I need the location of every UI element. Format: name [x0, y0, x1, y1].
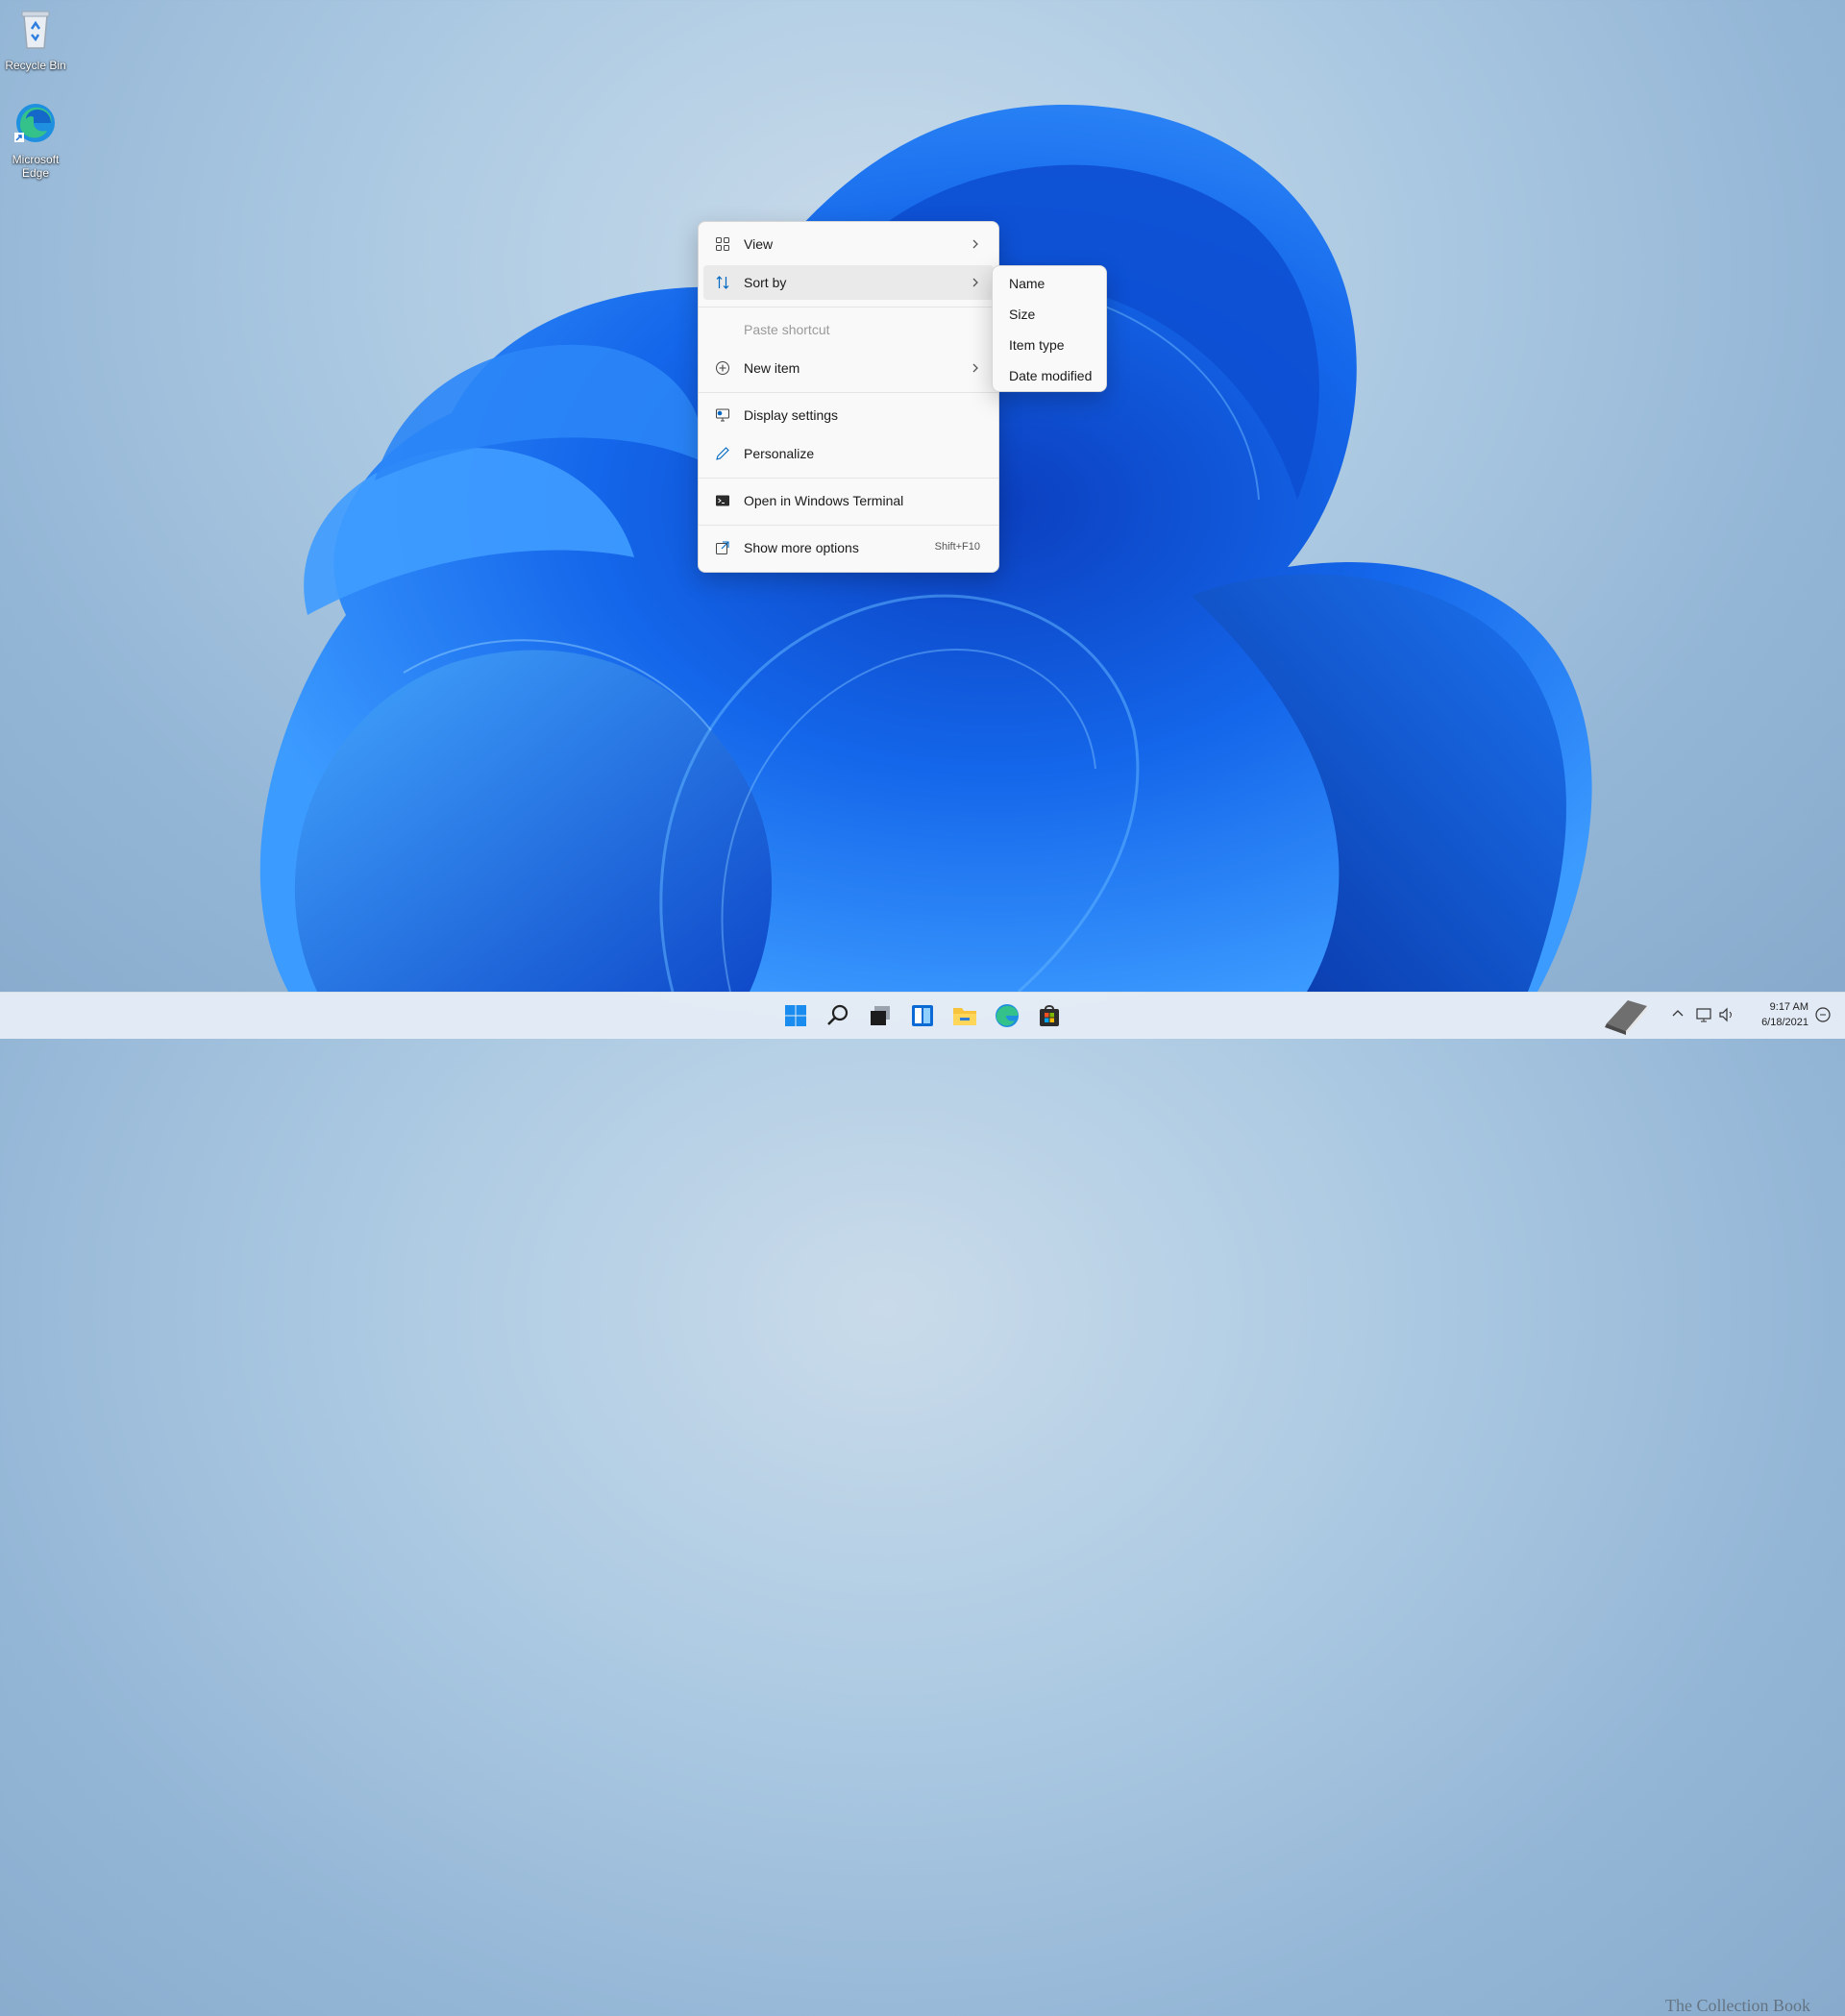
desktop-context-menu: View Sort by Paste shortcut New item Dis…	[698, 221, 999, 573]
menu-separator	[699, 525, 998, 526]
menu-item-paste-shortcut-label: Paste shortcut	[744, 322, 830, 337]
menu-item-open-terminal-label: Open in Windows Terminal	[744, 493, 904, 508]
open-external-icon	[716, 541, 729, 554]
menu-item-new-item[interactable]: New item	[703, 351, 994, 385]
sort-option-size-label: Size	[1009, 307, 1036, 322]
menu-item-personalize[interactable]: Personalize	[703, 436, 994, 471]
desktop-icon-recycle-bin[interactable]: Recycle Bin	[0, 6, 79, 72]
sort-option-date-modified[interactable]: Date modified	[997, 361, 1101, 390]
notification-icon[interactable]	[1814, 1006, 1832, 1023]
chevron-up-icon[interactable]	[1670, 1006, 1685, 1021]
sort-option-date-modified-label: Date modified	[1009, 368, 1093, 383]
sort-option-item-type-label: Item type	[1009, 337, 1065, 353]
menu-item-paste-shortcut[interactable]: Paste shortcut	[703, 312, 994, 347]
menu-item-display-settings[interactable]: Display settings	[703, 398, 994, 432]
menu-item-new-item-label: New item	[744, 360, 800, 376]
menu-item-view-label: View	[744, 236, 774, 252]
menu-item-open-terminal[interactable]: Open in Windows Terminal	[703, 483, 994, 518]
menu-separator	[699, 392, 998, 393]
watermark-text: The Collection Book	[1665, 1996, 1810, 2015]
sort-option-size[interactable]: Size	[997, 300, 1101, 329]
menu-item-display-settings-label: Display settings	[744, 407, 839, 423]
grid-view-icon	[716, 237, 729, 251]
store-icon[interactable]	[1034, 1000, 1065, 1031]
display-settings-icon	[716, 408, 729, 422]
desktop-icon-edge[interactable]: Microsoft Edge	[0, 100, 79, 180]
menu-item-sort-by[interactable]: Sort by	[703, 265, 994, 300]
sort-arrows-icon	[716, 276, 729, 289]
menu-item-personalize-label: Personalize	[744, 446, 815, 461]
plus-circle-icon	[716, 361, 729, 375]
menu-item-view[interactable]: View	[703, 227, 994, 261]
sort-option-name-label: Name	[1009, 276, 1046, 291]
recycle-bin-icon	[21, 11, 50, 49]
sort-option-item-type[interactable]: Item type	[997, 331, 1101, 359]
network-icon[interactable]	[1695, 1006, 1712, 1023]
start-icon[interactable]	[780, 1000, 811, 1031]
terminal-icon	[716, 495, 729, 506]
chevron-right-icon	[972, 363, 978, 373]
edge-label-line2: Edge	[21, 166, 50, 180]
clock-date[interactable]: 6/18/2021	[1739, 1017, 1808, 1028]
search-icon[interactable]	[823, 1000, 853, 1031]
clock-time[interactable]: 9:17 AM	[1739, 1001, 1808, 1013]
taskbar: The Collection Book 9:17 AM 6/18/2021	[0, 992, 1845, 2015]
edge-label-line1: Microsoft	[12, 153, 60, 166]
widgets-icon[interactable]	[907, 1000, 938, 1031]
chevron-right-icon	[972, 278, 978, 287]
book-logo-icon	[1605, 1000, 1647, 1035]
sort-by-submenu: Name Size Item type Date modified	[992, 265, 1107, 392]
chevron-right-icon	[972, 239, 978, 249]
menu-item-show-more-options-label: Show more options	[744, 540, 859, 555]
menu-item-sort-by-label: Sort by	[744, 275, 787, 290]
pen-icon	[716, 447, 729, 460]
menu-separator	[699, 478, 998, 479]
volume-icon[interactable]	[1718, 1006, 1735, 1023]
file-explorer-icon[interactable]	[949, 1000, 980, 1031]
edge-icon	[14, 104, 55, 142]
shortcut-hint: Shift+F10	[934, 541, 980, 553]
recycle-bin-label: Recycle Bin	[5, 59, 66, 72]
task-view-icon[interactable]	[865, 1000, 896, 1031]
sort-option-name[interactable]: Name	[997, 269, 1101, 298]
menu-item-show-more-options[interactable]: Show more options Shift+F10	[703, 530, 994, 565]
edge-icon[interactable]	[992, 1000, 1022, 1031]
